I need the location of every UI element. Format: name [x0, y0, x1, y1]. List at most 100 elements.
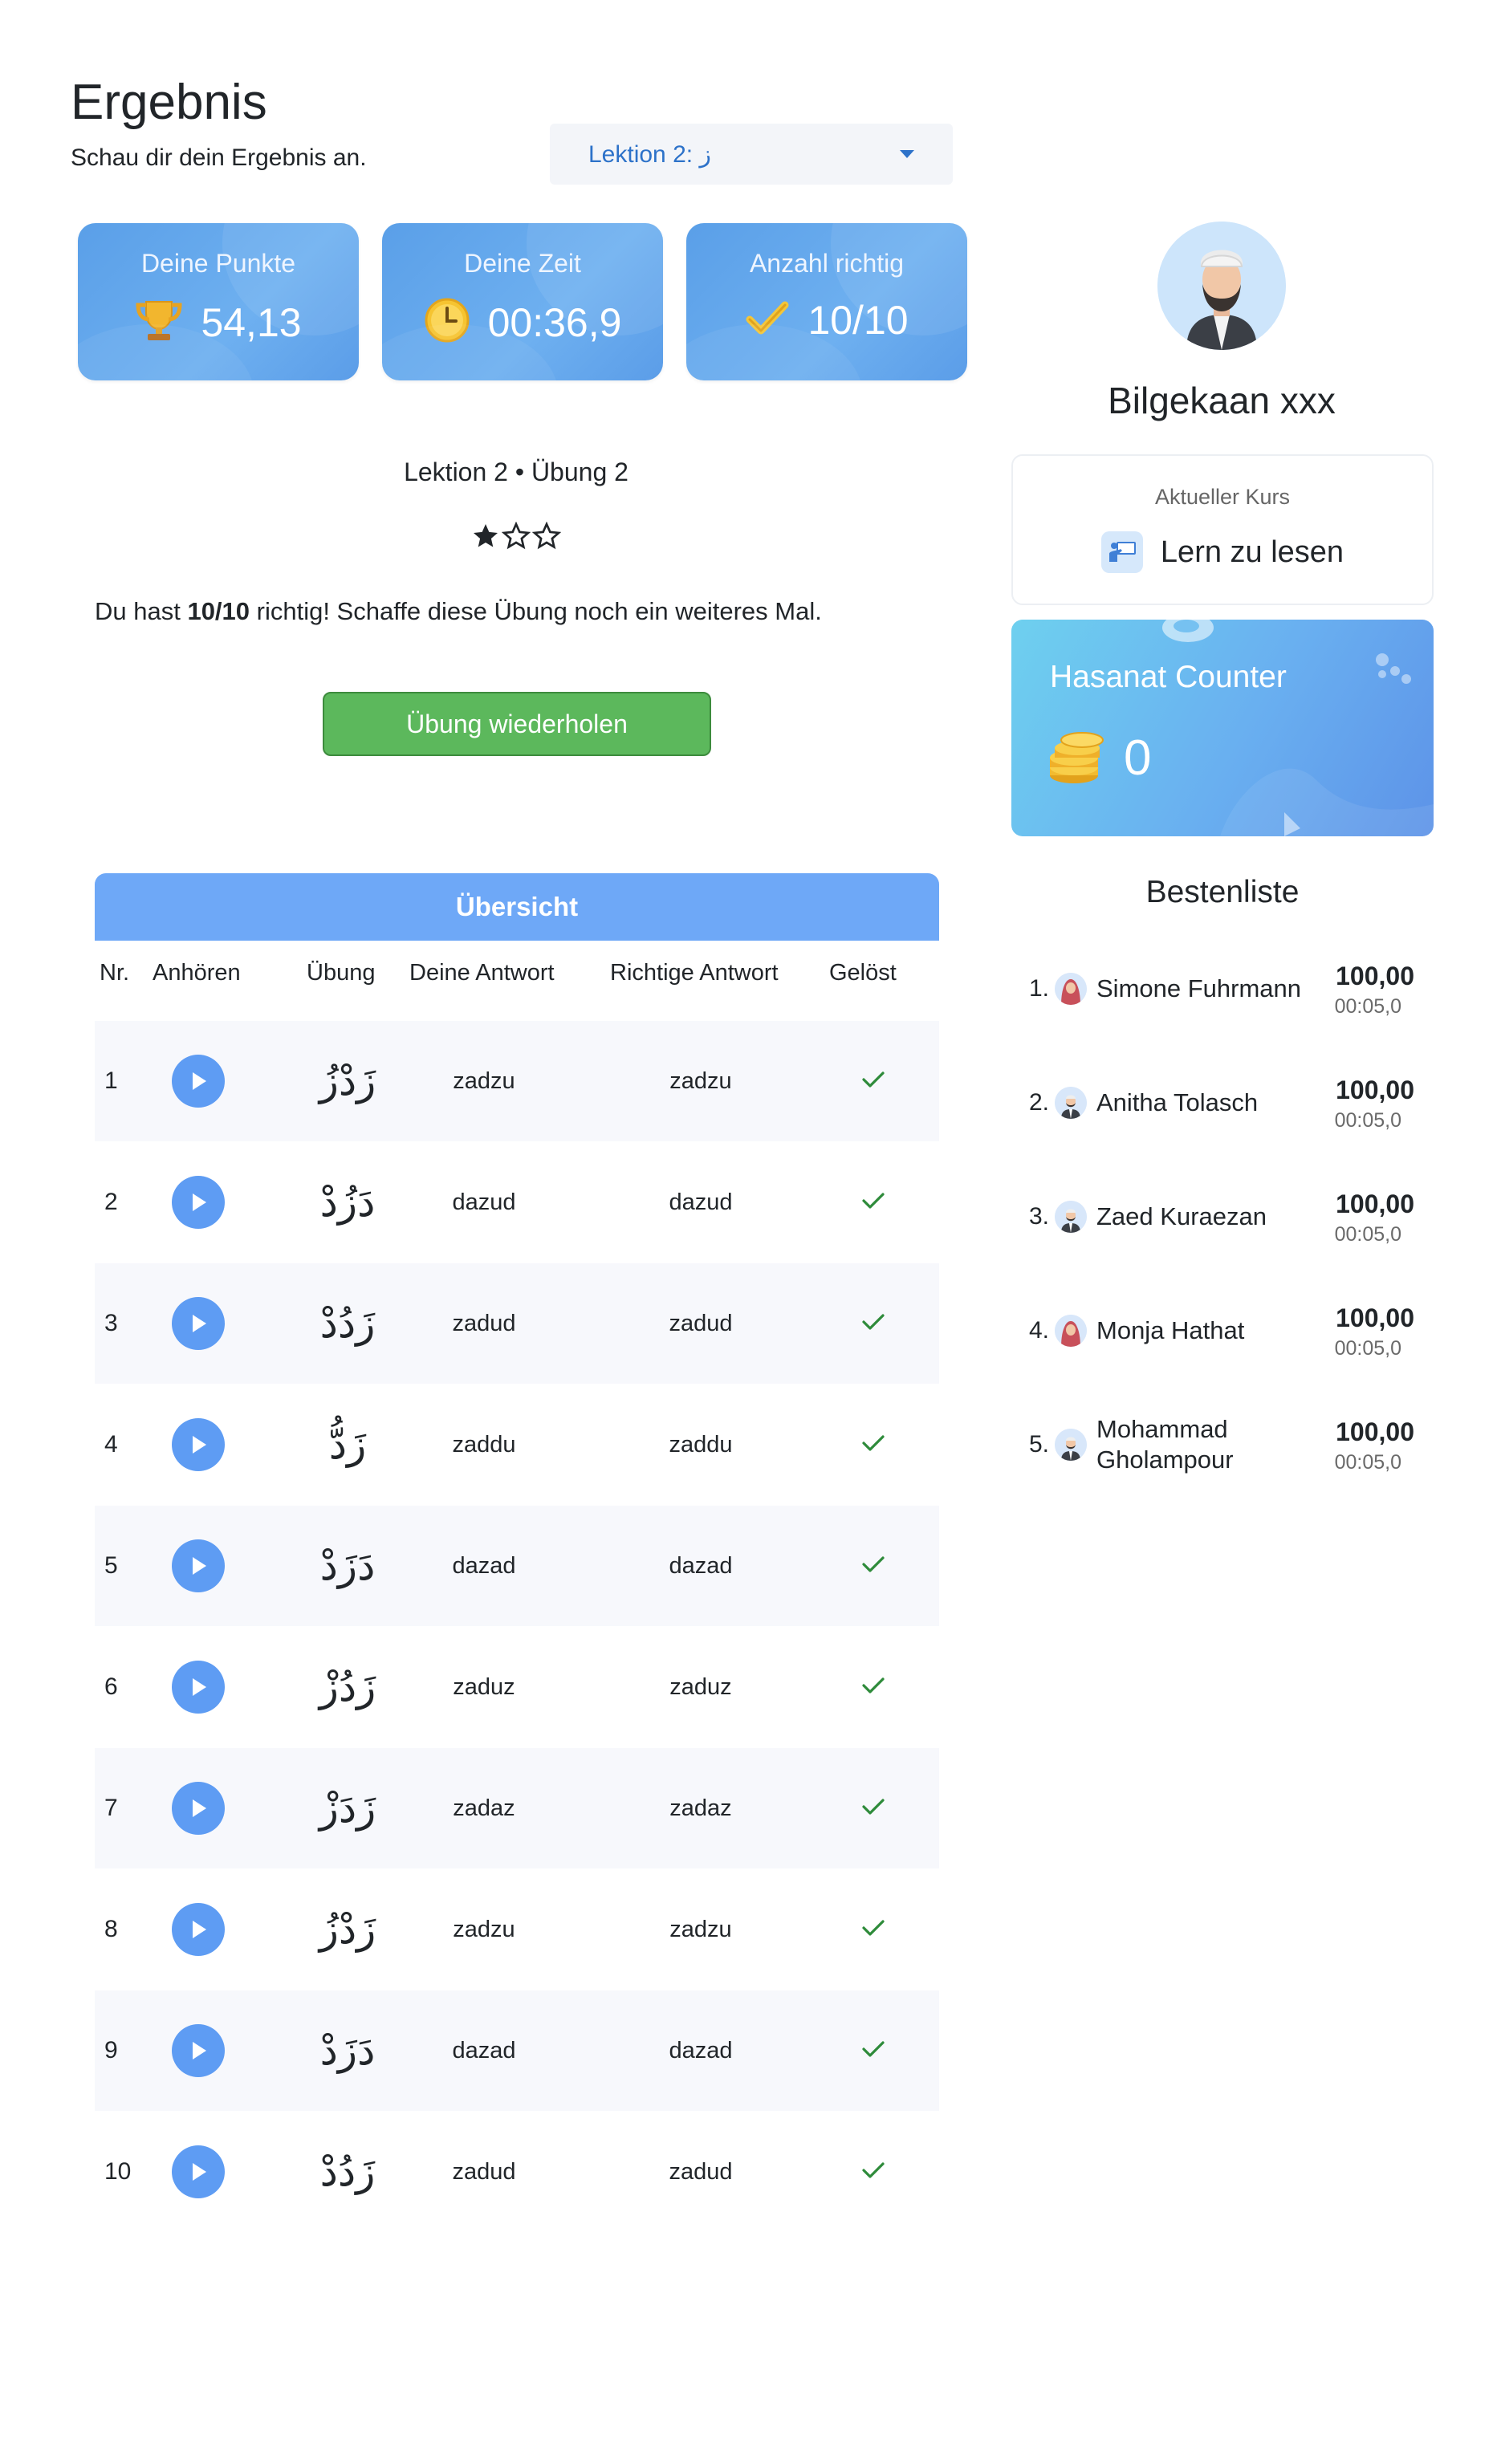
leaderboard-entry: 1. Simone Fuhrmann 100,00 00:05,0 — [1029, 949, 1430, 1029]
correct-answer: dazud — [669, 1189, 733, 1215]
row-number: 10 — [104, 2158, 132, 2185]
current-course-card[interactable]: Aktueller Kurs Lern zu lesen — [1011, 454, 1434, 605]
trophy-icon — [135, 297, 183, 348]
play-icon — [193, 1072, 206, 1090]
retry-exercise-button[interactable]: Übung wiederholen — [323, 692, 711, 756]
leaderboard-name: Monja Hathat — [1096, 1316, 1245, 1344]
correct-answer: dazad — [669, 2037, 733, 2063]
checkmark-icon — [745, 299, 790, 343]
lesson-select[interactable]: Lektion 2: ز — [550, 124, 953, 185]
time-card: Deine Zeit 00:36,9 — [382, 223, 663, 380]
play-audio-button[interactable] — [172, 1418, 225, 1471]
play-audio-button[interactable] — [172, 1055, 225, 1108]
chevron-down-icon — [900, 150, 914, 158]
result-score: 10/10 — [187, 597, 250, 625]
solved-check-icon — [861, 1433, 885, 1457]
play-audio-button[interactable] — [172, 1539, 225, 1592]
correct-count-value: 10/10 — [807, 298, 909, 343]
solved-check-icon — [861, 1555, 885, 1578]
correct-count-label: Anzahl richtig — [749, 249, 905, 278]
your-answer: zadzu — [453, 1067, 515, 1094]
correct-count-card: Anzahl richtig 10/10 — [686, 223, 967, 380]
clock-icon — [424, 297, 470, 348]
solved-check-icon — [861, 1797, 885, 1820]
row-number: 6 — [104, 1673, 118, 1700]
leaderboard-score: 100,00 — [1336, 1303, 1414, 1332]
table-row: 2 دَزُدْ dazud dazud — [95, 1142, 939, 1262]
leaderboard-time: 00:05,0 — [1334, 1451, 1401, 1474]
leaderboard-rank: 1. — [1029, 975, 1050, 1002]
leaderboard-name: Zaed Kuraezan — [1096, 1202, 1267, 1230]
leaderboard-time: 00:05,0 — [1334, 1337, 1401, 1360]
female-avatar-icon — [1055, 1315, 1087, 1347]
result-message: Du hast 10/10 richtig! Schaffe diese Übu… — [95, 597, 822, 625]
hasanat-value: 0 — [1124, 730, 1152, 786]
table-row: 4 زَدُّ zaddu zaddu — [95, 1384, 939, 1505]
play-audio-button[interactable] — [172, 1176, 225, 1229]
play-icon — [193, 1436, 206, 1454]
leaderboard-time: 00:05,0 — [1334, 995, 1401, 1018]
solved-check-icon — [861, 2161, 885, 2184]
play-icon — [193, 1799, 206, 1817]
leaderboard-score: 100,00 — [1336, 1075, 1414, 1104]
solved-check-icon — [861, 1191, 885, 1214]
correct-answer: zadud — [669, 2158, 733, 2185]
correct-answer: zadzu — [669, 1916, 732, 1942]
correct-answer: zadud — [669, 1310, 733, 1336]
solved-check-icon — [861, 2039, 885, 2063]
row-number: 4 — [104, 1431, 118, 1458]
avatar — [1157, 222, 1286, 350]
male-avatar-icon — [1055, 1201, 1087, 1233]
leaderboard-score: 100,00 — [1336, 962, 1414, 990]
your-answer: zadzu — [453, 1916, 515, 1942]
play-audio-button[interactable] — [172, 2145, 225, 2198]
correct-answer: zadaz — [669, 1795, 732, 1821]
table-row: 10 زَدُدْ zadud zadud — [95, 2112, 939, 2232]
play-audio-button[interactable] — [172, 1661, 225, 1714]
hasanat-counter-card: Hasanat Counter 0 — [1011, 620, 1434, 836]
page-subtitle: Schau dir dein Ergebnis an. — [71, 144, 367, 171]
play-audio-button[interactable] — [172, 1903, 225, 1956]
your-answer: zadud — [452, 1310, 516, 1336]
current-course-name: Lern zu lesen — [1160, 535, 1344, 569]
your-answer: zaduz — [453, 1673, 515, 1700]
row-number: 9 — [104, 2037, 118, 2063]
play-audio-button[interactable] — [172, 1297, 225, 1350]
column-header-your-answer: Deine Antwort — [409, 960, 555, 986]
table-row: 7 زَدَزْ zadaz zadaz — [95, 1748, 939, 1868]
points-card: Deine Punkte 54,13 — [78, 223, 359, 380]
solved-check-icon — [861, 1312, 885, 1336]
row-number: 5 — [104, 1552, 118, 1579]
leaderboard-title: Bestenliste — [1145, 875, 1300, 909]
star-filled-icon — [474, 524, 498, 547]
overview-header: Übersicht — [95, 873, 939, 941]
your-answer: dazad — [452, 1552, 516, 1579]
user-name: Bilgekaan xxx — [1108, 380, 1336, 421]
your-answer: dazud — [452, 1189, 516, 1215]
table-row: 6 زَدُزْ zaduz zaduz — [95, 1627, 939, 1747]
time-label: Deine Zeit — [464, 249, 581, 278]
leaderboard-entry: 2. Anitha Tolasch 100,00 00:05,0 — [1029, 1063, 1430, 1143]
row-number: 7 — [104, 1795, 118, 1821]
male-avatar-icon — [1055, 1429, 1087, 1461]
table-row: 8 زَدْزُ zadzu zadzu — [95, 1869, 939, 1990]
play-icon — [193, 1678, 206, 1696]
star-empty-icon — [532, 522, 561, 550]
your-answer: zadud — [452, 2158, 516, 2185]
play-audio-button[interactable] — [172, 1782, 225, 1835]
play-audio-button[interactable] — [172, 2024, 225, 2077]
leaderboard-score: 100,00 — [1336, 1189, 1414, 1218]
play-icon — [193, 2042, 206, 2059]
play-icon — [193, 1315, 206, 1332]
row-number: 1 — [104, 1067, 118, 1094]
leaderboard-rank: 3. — [1029, 1203, 1050, 1230]
lesson-heading: Lektion 2 • Übung 2 — [404, 457, 628, 486]
column-header-exercise: Übung — [307, 960, 376, 986]
star-empty-icon — [502, 522, 531, 550]
table-row: 5 دَزَدْ dazad dazad — [95, 1506, 939, 1626]
correct-answer: zaduz — [669, 1673, 732, 1700]
column-header-correct-answer: Richtige Antwort — [610, 960, 779, 986]
male-avatar-icon — [1055, 1087, 1087, 1119]
leaderboard-name: Simone Fuhrmann — [1096, 974, 1302, 1002]
table-row: 9 دَزَدْ dazad dazad — [95, 1990, 939, 2111]
